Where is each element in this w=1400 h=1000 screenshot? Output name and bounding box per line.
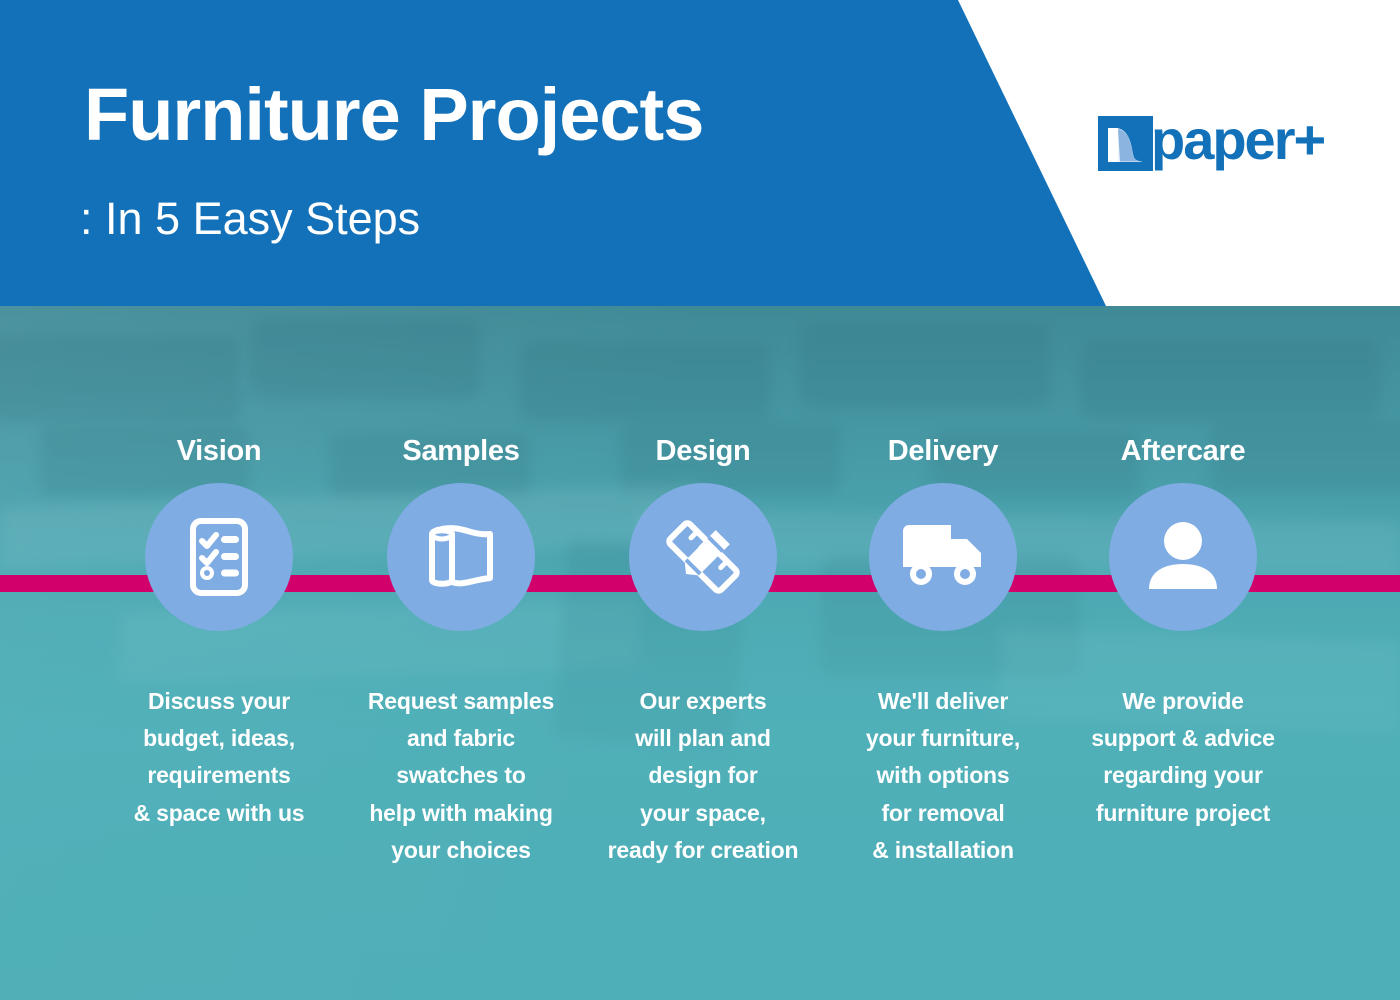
- step-label: Aftercare: [1120, 435, 1246, 467]
- step-description: We'll deliver your furniture, with optio…: [865, 687, 1021, 863]
- step-label: Delivery: [887, 435, 999, 467]
- person-support-icon: [1141, 517, 1225, 597]
- step-label: Design: [655, 435, 751, 467]
- step-aftercare[interactable]: Aftercare We provide support & advice re…: [1060, 435, 1306, 832]
- step-vision[interactable]: Vision Discuss your budget, ideas, requi…: [96, 435, 342, 832]
- infographic-canvas: Furniture Projects : In 5 Easy Steps pap…: [0, 0, 1400, 1000]
- step-icon-circle[interactable]: [1109, 482, 1257, 631]
- fabric-roll-icon: [418, 514, 504, 600]
- step-description: Discuss your budget, ideas, requirements…: [133, 687, 305, 826]
- step-icon-circle[interactable]: [387, 482, 535, 631]
- step-label: Vision: [176, 435, 262, 467]
- header-banner: Furniture Projects : In 5 Easy Steps pap…: [0, 0, 1400, 306]
- paper-plus-square-mark-icon: [1098, 115, 1153, 171]
- steps-row: Vision Discuss your budget, ideas, requi…: [0, 306, 1400, 1000]
- step-description: Request samples and fabric swatches to h…: [367, 687, 555, 863]
- checklist-clipboard-icon: [177, 515, 261, 599]
- delivery-truck-icon: [897, 519, 989, 595]
- step-description: Our experts will plan and design for you…: [607, 687, 799, 863]
- page-title: Furniture Projects: [84, 73, 704, 156]
- step-icon-circle[interactable]: [629, 482, 777, 631]
- brand-logo-text: paper+: [1151, 108, 1326, 171]
- step-samples[interactable]: Samples Request samples and fabric swatc…: [338, 435, 584, 869]
- step-design[interactable]: Design Our experts will plan and design …: [580, 435, 826, 869]
- pencil-ruler-icon: [659, 513, 747, 601]
- step-label: Samples: [402, 435, 520, 467]
- page-subtitle: : In 5 Easy Steps: [80, 193, 421, 244]
- step-description: We provide support & advice regarding yo…: [1091, 687, 1275, 826]
- step-icon-circle[interactable]: [145, 482, 293, 631]
- brand-logo[interactable]: paper+: [1098, 108, 1326, 174]
- step-icon-circle[interactable]: [869, 482, 1017, 631]
- step-delivery[interactable]: Delivery We'll deliver your furniture, w…: [820, 435, 1066, 869]
